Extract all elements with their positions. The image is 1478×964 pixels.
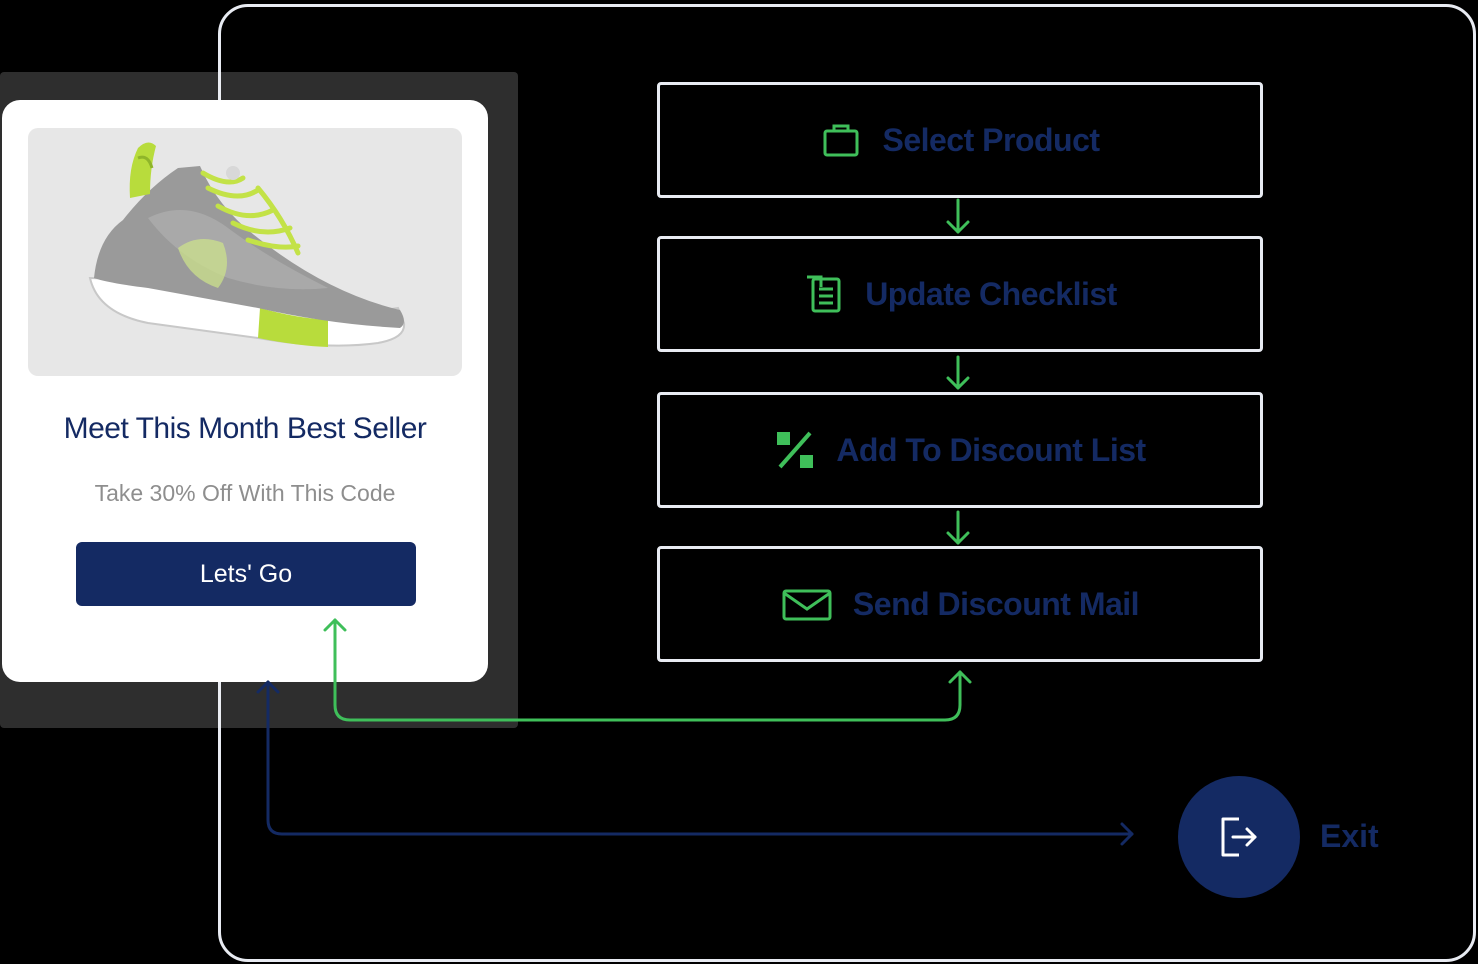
step-send-discount-mail[interactable]: Send Discount Mail <box>657 546 1263 662</box>
checklist-icon <box>807 275 841 313</box>
step-label: Add To Discount List <box>836 431 1146 468</box>
promo-card: Meet This Month Best Seller Take 30% Off… <box>2 100 488 682</box>
percent-icon <box>777 431 814 469</box>
step-select-product[interactable]: Select Product <box>657 82 1263 198</box>
step-label: Update Checklist <box>865 275 1117 312</box>
card-subtitle: Take 30% Off With This Code <box>94 480 396 506</box>
bag-icon <box>823 124 859 157</box>
lets-go-button[interactable]: Lets' Go <box>76 542 416 606</box>
mail-icon <box>782 589 832 621</box>
product-image <box>28 128 462 376</box>
step-update-checklist[interactable]: Update Checklist <box>657 236 1263 352</box>
logout-icon <box>1221 817 1257 857</box>
sneaker-image <box>88 142 406 347</box>
exit-button[interactable] <box>1178 776 1300 898</box>
step-label: Send Discount Mail <box>852 585 1140 622</box>
step-label: Select Product <box>882 121 1100 158</box>
step-add-to-discount-list[interactable]: Add To Discount List <box>657 392 1263 508</box>
card-title: Meet This Month Best Seller <box>63 412 427 445</box>
exit-label: Exit <box>1320 818 1379 854</box>
